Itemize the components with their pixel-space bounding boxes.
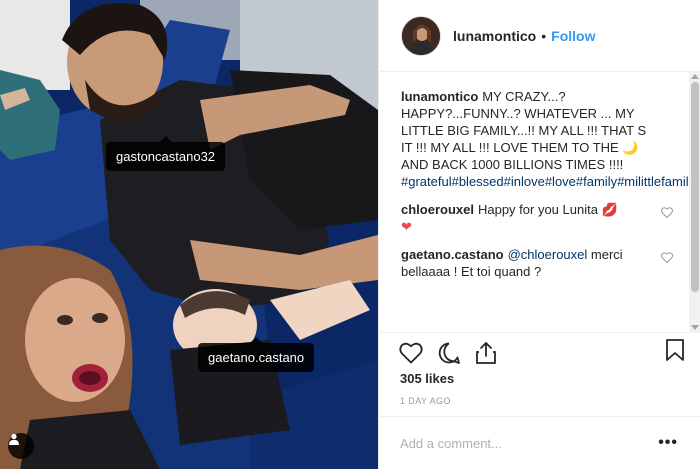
scroll-thumb[interactable] (691, 82, 699, 292)
share-icon (476, 341, 496, 364)
author-username[interactable]: lunamontico (453, 28, 536, 44)
comment-heart-emoji: ❤ (401, 219, 412, 234)
likes-count[interactable]: 305 likes (400, 371, 454, 386)
comment-mention[interactable]: @chloerouxel (508, 247, 588, 262)
comments-list[interactable]: lunamontico MY CRAZY...? HAPPY?...FUNNY..… (379, 72, 689, 332)
like-button[interactable] (399, 342, 423, 364)
comments-scrollbar[interactable] (689, 72, 700, 332)
post-photo[interactable]: gastoncastano32 gaetano.castano (0, 0, 378, 469)
like-comment-heart-icon[interactable] (661, 250, 673, 267)
caption: lunamontico MY CRAZY...? HAPPY?...FUNNY..… (401, 88, 689, 190)
photo-tag-gaetano-castano[interactable]: gaetano.castano (198, 337, 315, 372)
author-avatar[interactable] (401, 15, 441, 56)
photo-tag-gastoncastano32[interactable]: gastoncastano32 (106, 136, 226, 171)
scroll-up-arrow[interactable] (691, 74, 699, 79)
avatar-image (402, 16, 440, 55)
more-options-button[interactable]: ••• (658, 434, 678, 452)
person-icon (9, 433, 19, 445)
heart-icon (399, 342, 423, 364)
share-button[interactable] (475, 341, 497, 365)
separator-dot: • (541, 27, 547, 44)
comment-username[interactable]: gaetano.castano (401, 247, 504, 262)
heart-icon (661, 207, 673, 219)
caption-hashtags[interactable]: #grateful#blessed#inlove#love#family#mil… (401, 174, 689, 189)
like-comment-heart-icon[interactable] (661, 205, 673, 222)
action-bar (379, 332, 700, 366)
comment-username[interactable]: chloerouxel (401, 202, 474, 217)
comment-text: Happy for you Lunita 💋 (477, 202, 618, 217)
scroll-down-arrow[interactable] (691, 325, 699, 330)
tagged-users-button[interactable] (8, 433, 34, 459)
comment-icon (438, 342, 460, 364)
add-comment-bar: ••• (378, 416, 700, 469)
save-button[interactable] (665, 338, 685, 367)
comment-input[interactable] (400, 435, 659, 451)
photo-illustration (0, 0, 378, 469)
comment-item: chloerouxel Happy for you Lunita 💋 ❤ (401, 201, 679, 235)
comment-button[interactable] (437, 341, 461, 365)
comment-item: gaetano.castano @chloerouxel merci bellaa… (401, 246, 679, 280)
heart-icon (661, 252, 673, 264)
caption-username[interactable]: lunamontico (401, 89, 478, 104)
follow-button[interactable]: Follow (551, 28, 595, 44)
post-timestamp[interactable]: 1 DAY AGO (400, 396, 451, 406)
post-header: lunamontico • Follow (379, 0, 700, 72)
bookmark-icon (666, 339, 684, 361)
